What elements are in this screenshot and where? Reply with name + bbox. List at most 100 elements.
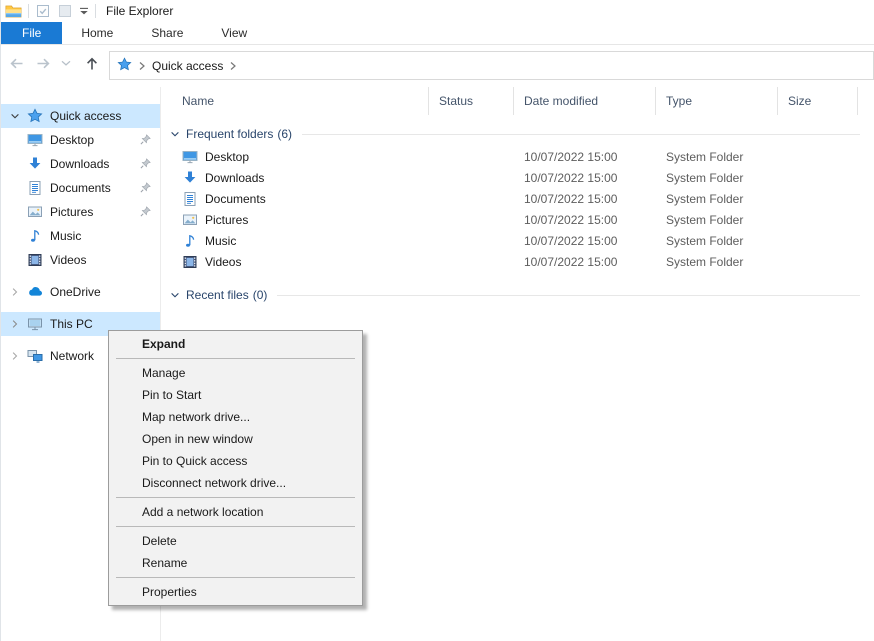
file-row-downloads[interactable]: Downloads 10/07/2022 15:00 System Folder: [162, 167, 874, 188]
sidebar-item-label: Pictures: [50, 205, 93, 219]
file-row-videos[interactable]: Videos 10/07/2022 15:00 System Folder: [162, 251, 874, 272]
window-title: File Explorer: [106, 4, 173, 18]
tab-share[interactable]: Share: [132, 22, 202, 44]
pin-icon: [139, 133, 152, 146]
section-recent-files[interactable]: Recent files (0): [162, 283, 874, 307]
recent-locations-chevron-icon[interactable]: [61, 60, 71, 67]
breadcrumb-segment[interactable]: Quick access: [152, 59, 223, 73]
section-rule: [277, 295, 860, 296]
tab-view[interactable]: View: [202, 22, 266, 44]
star-icon: [27, 108, 43, 124]
forward-button[interactable]: [34, 55, 53, 72]
chevron-right-icon[interactable]: [9, 286, 21, 298]
menu-item-delete[interactable]: Delete: [109, 530, 362, 552]
chevron-down-icon[interactable]: [169, 289, 181, 301]
column-header-date-modified[interactable]: Date modified: [514, 87, 656, 115]
this-pc-context-menu: Expand Manage Pin to Start Map network d…: [108, 330, 363, 606]
tab-home[interactable]: Home: [62, 22, 132, 44]
column-header-status[interactable]: Status: [429, 87, 514, 115]
documents-icon: [27, 180, 43, 196]
sidebar-item-onedrive[interactable]: OneDrive: [1, 280, 160, 304]
column-header-type[interactable]: Type: [656, 87, 778, 115]
sidebar-item-quick-access[interactable]: Quick access: [1, 104, 160, 128]
quick-toolbar-newfolder-icon[interactable]: [57, 3, 73, 19]
file-date-modified: 10/07/2022 15:00: [514, 213, 656, 227]
videos-icon: [27, 252, 43, 268]
menu-item-open-in-new-window[interactable]: Open in new window: [109, 428, 362, 450]
chevron-right-icon[interactable]: [9, 318, 21, 330]
sidebar-item-documents[interactable]: Documents: [1, 176, 160, 200]
sidebar-item-label: Desktop: [50, 133, 94, 147]
sidebar-item-videos[interactable]: Videos: [1, 248, 160, 272]
section-title: Recent files: [186, 288, 249, 302]
menu-item-map-network-drive[interactable]: Map network drive...: [109, 406, 362, 428]
navigation-toolbar: Quick access: [1, 45, 874, 86]
documents-icon: [182, 191, 198, 207]
file-type: System Folder: [656, 234, 778, 248]
sidebar-item-label: Documents: [50, 181, 111, 195]
file-row-desktop[interactable]: Desktop 10/07/2022 15:00 System Folder: [162, 146, 874, 167]
column-header-name[interactable]: Name: [162, 87, 429, 115]
up-button[interactable]: [83, 55, 101, 72]
chevron-down-icon[interactable]: [169, 128, 181, 140]
pin-icon: [139, 205, 152, 218]
sidebar-item-label: Quick access: [50, 109, 121, 123]
section-title: Frequent folders: [186, 127, 273, 141]
sidebar-item-label: Videos: [50, 253, 86, 267]
back-button[interactable]: [7, 55, 26, 72]
menu-item-manage[interactable]: Manage: [109, 362, 362, 384]
title-bar: File Explorer: [1, 0, 874, 22]
titlebar-divider: [95, 4, 96, 18]
column-header-row: Name Status Date modified Type Size: [162, 87, 874, 115]
sidebar-item-pictures[interactable]: Pictures: [1, 200, 160, 224]
sidebar-item-label: Downloads: [50, 157, 109, 171]
breadcrumb-chevron-icon[interactable]: [138, 61, 146, 71]
file-type: System Folder: [656, 213, 778, 227]
computer-icon: [27, 316, 43, 332]
file-name: Documents: [205, 192, 266, 206]
sidebar-item-downloads[interactable]: Downloads: [1, 152, 160, 176]
breadcrumb-chevron-icon[interactable]: [229, 61, 237, 71]
music-icon: [27, 228, 43, 244]
menu-item-add-a-network-location[interactable]: Add a network location: [109, 501, 362, 523]
quick-toolbar-properties-icon[interactable]: [35, 3, 51, 19]
file-name: Downloads: [205, 171, 264, 185]
sidebar-item-desktop[interactable]: Desktop: [1, 128, 160, 152]
file-date-modified: 10/07/2022 15:00: [514, 234, 656, 248]
pin-icon: [139, 157, 152, 170]
sidebar-item-music[interactable]: Music: [1, 224, 160, 248]
section-rule: [302, 134, 860, 135]
section-frequent-folders[interactable]: Frequent folders (6): [162, 122, 874, 146]
onedrive-icon: [27, 284, 43, 300]
customize-toolbar-chevron-icon[interactable]: [79, 7, 89, 16]
menu-item-expand[interactable]: Expand: [109, 333, 362, 355]
column-header-size[interactable]: Size: [778, 87, 858, 115]
menu-separator: [116, 497, 355, 498]
file-date-modified: 10/07/2022 15:00: [514, 171, 656, 185]
videos-icon: [182, 254, 198, 270]
file-date-modified: 10/07/2022 15:00: [514, 150, 656, 164]
desktop-icon: [182, 149, 198, 165]
menu-item-disconnect-network-drive[interactable]: Disconnect network drive...: [109, 472, 362, 494]
sidebar-item-label: This PC: [50, 317, 93, 331]
file-explorer-logo-icon: [5, 3, 22, 20]
file-row-music[interactable]: Music 10/07/2022 15:00 System Folder: [162, 230, 874, 251]
menu-item-pin-to-start[interactable]: Pin to Start: [109, 384, 362, 406]
file-row-documents[interactable]: Documents 10/07/2022 15:00 System Folder: [162, 188, 874, 209]
menu-separator: [116, 358, 355, 359]
menu-item-rename[interactable]: Rename: [109, 552, 362, 574]
titlebar-divider: [28, 4, 29, 18]
menu-item-pin-to-quick-access[interactable]: Pin to Quick access: [109, 450, 362, 472]
pictures-icon: [27, 204, 43, 220]
chevron-right-icon[interactable]: [9, 350, 21, 362]
menu-item-properties[interactable]: Properties: [109, 581, 362, 603]
file-type: System Folder: [656, 171, 778, 185]
file-type: System Folder: [656, 150, 778, 164]
file-row-pictures[interactable]: Pictures 10/07/2022 15:00 System Folder: [162, 209, 874, 230]
tab-file[interactable]: File: [1, 22, 62, 44]
section-count: (0): [253, 288, 268, 302]
file-type: System Folder: [656, 255, 778, 269]
music-icon: [182, 233, 198, 249]
chevron-down-icon[interactable]: [9, 110, 21, 122]
address-bar[interactable]: Quick access: [109, 51, 874, 80]
